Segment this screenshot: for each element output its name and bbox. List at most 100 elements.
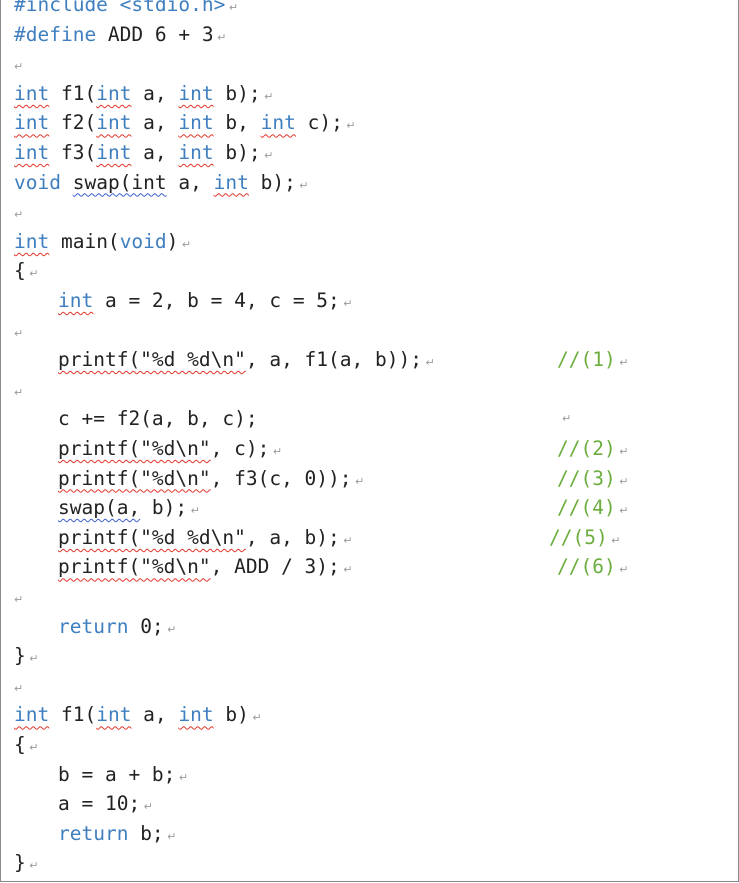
code-token: ) — [166, 229, 179, 253]
code-line: printf("%d\n", f3(c, 0)); ↵//(3) ↵ — [0, 465, 739, 493]
paragraph-mark-icon: ↵ — [615, 504, 629, 518]
code-text: ↵ — [14, 198, 23, 229]
code-token: int — [58, 289, 94, 312]
paragraph-mark-icon: ↵ — [421, 356, 435, 370]
code-text: void swap(int a, int b); ↵ — [14, 169, 309, 200]
code-line: ↵ — [0, 317, 739, 345]
code-token: { — [14, 259, 26, 283]
code-token: return — [58, 821, 129, 845]
code-line: #define ADD 6 + 3 ↵ — [0, 21, 739, 49]
code-line: int f1(int a, int b); ↵ — [0, 80, 739, 108]
code-comment: //(4) ↵ — [557, 494, 628, 525]
code-token: } — [14, 851, 26, 875]
paragraph-mark-icon: ↵ — [339, 533, 353, 547]
code-line: ↵ — [0, 50, 739, 78]
code-text: ↵ — [14, 376, 23, 407]
code-comment: //(2) ↵ — [557, 435, 628, 466]
code-line: #include <stdio.h> ↵ — [0, 0, 739, 19]
code-token: a, — [131, 111, 179, 135]
paragraph-mark-icon: ↵ — [14, 681, 24, 695]
paragraph-mark-icon: ↵ — [615, 356, 629, 370]
code-token: printf("%d %d\n" — [58, 348, 246, 372]
code-text: } ↵ — [14, 849, 38, 880]
paragraph-mark-icon: ↵ — [175, 770, 189, 784]
code-text: #include <stdio.h> ↵ — [14, 0, 238, 22]
code-text: printf("%d\n", c); ↵ — [58, 435, 282, 466]
code-line: int f3(int a, int b); ↵ — [0, 139, 739, 167]
code-token: int — [96, 703, 132, 727]
code-text: return 0; ↵ — [58, 613, 176, 644]
code-line: } ↵ — [0, 849, 739, 877]
paragraph-mark-icon: ↵ — [339, 563, 353, 577]
code-token: int — [14, 703, 50, 727]
code-text: ↵ — [14, 317, 23, 348]
code-token: 0; — [128, 614, 164, 638]
code-token: printf("%d %d\n" — [58, 525, 246, 549]
code-token: swap(int — [72, 170, 167, 194]
code-token: int — [178, 81, 214, 105]
code-token: int — [178, 703, 214, 727]
code-line: return 0; ↵ — [0, 613, 739, 641]
comment-text: //(1) — [557, 348, 616, 372]
code-line: b = a + b; ↵ — [0, 761, 739, 789]
code-token: printf("%d\n" — [58, 466, 211, 490]
paragraph-mark-icon: ↵ — [615, 474, 629, 488]
code-line: return b; ↵ — [0, 820, 739, 848]
paragraph-mark-icon: ↵ — [248, 711, 262, 725]
code-token: , a, b); — [245, 525, 340, 549]
code-token: f2( — [49, 111, 97, 135]
code-token: a = 10; — [58, 792, 141, 816]
code-text: int f1(int a, int b); ↵ — [14, 80, 273, 111]
paragraph-mark-icon: ↵ — [187, 504, 200, 518]
paragraph-mark-icon: ↵ — [295, 178, 309, 192]
code-token: int — [178, 141, 214, 164]
code-line: { ↵ — [0, 257, 739, 285]
code-line: { ↵ — [0, 731, 739, 759]
code-text: int f3(int a, int b); ↵ — [14, 139, 273, 170]
code-token: printf("%d\n" — [58, 555, 211, 579]
code-token: int — [96, 111, 132, 135]
code-line: void swap(int a, int b); ↵ — [0, 169, 739, 197]
paragraph-mark-icon: ↵ — [25, 741, 39, 754]
code-comment: //(3) ↵ — [557, 465, 628, 496]
code-text: int f1(int a, int b) ↵ — [14, 701, 262, 732]
code-text: b = a + b; ↵ — [58, 761, 188, 792]
code-text: { ↵ — [14, 257, 38, 288]
code-text: c += f2(a, b, c); — [58, 405, 258, 433]
paragraph-mark-icon: ↵ — [615, 563, 629, 577]
code-line: a = 10; ↵ — [0, 790, 739, 818]
code-text: ↵ — [14, 50, 23, 81]
code-comment: //(6) ↵ — [557, 553, 628, 584]
code-text: #define ADD 6 + 3 ↵ — [14, 21, 226, 52]
comment-text: //(2) — [557, 437, 616, 460]
paragraph-mark-icon: ↵ — [14, 326, 24, 340]
code-token: b = a + b; — [58, 762, 176, 786]
code-line: printf("%d\n", c); ↵ //(2) ↵ — [0, 435, 739, 463]
code-token: int — [213, 170, 249, 194]
code-token: #include <stdio.h> — [14, 0, 226, 16]
code-token: int — [14, 229, 50, 253]
code-token: b); — [248, 170, 296, 194]
code-token: f1( — [49, 703, 97, 727]
code-line: ↵ — [0, 583, 739, 611]
paragraph-mark-icon: ↵ — [25, 859, 39, 873]
code-line: printf("%d\n", ADD / 3); ↵//(6) ↵ — [0, 553, 739, 581]
code-token: c); — [295, 111, 343, 135]
code-token: , f3(c, 0)); — [210, 466, 352, 490]
code-line: ↵ — [0, 198, 739, 226]
code-token: b) — [213, 703, 249, 727]
code-token: a, — [131, 703, 179, 727]
code-token: , a, f1(a, b)); — [245, 348, 422, 372]
code-token: main( — [49, 229, 120, 253]
paragraph-mark-icon: ↵ — [25, 652, 39, 666]
paragraph-mark-icon: ↵ — [163, 829, 177, 843]
code-text: printf("%d %d\n", a, f1(a, b)); ↵ — [58, 346, 435, 377]
code-text: printf("%d\n", f3(c, 0)); ↵ — [58, 465, 364, 496]
code-token: b, — [213, 111, 261, 135]
code-token: , c); — [210, 437, 270, 460]
code-text: { ↵ — [14, 731, 38, 762]
comment-text: //(3) — [557, 466, 616, 490]
paragraph-mark-icon: ↵ — [14, 593, 24, 606]
code-token: int — [178, 111, 214, 135]
